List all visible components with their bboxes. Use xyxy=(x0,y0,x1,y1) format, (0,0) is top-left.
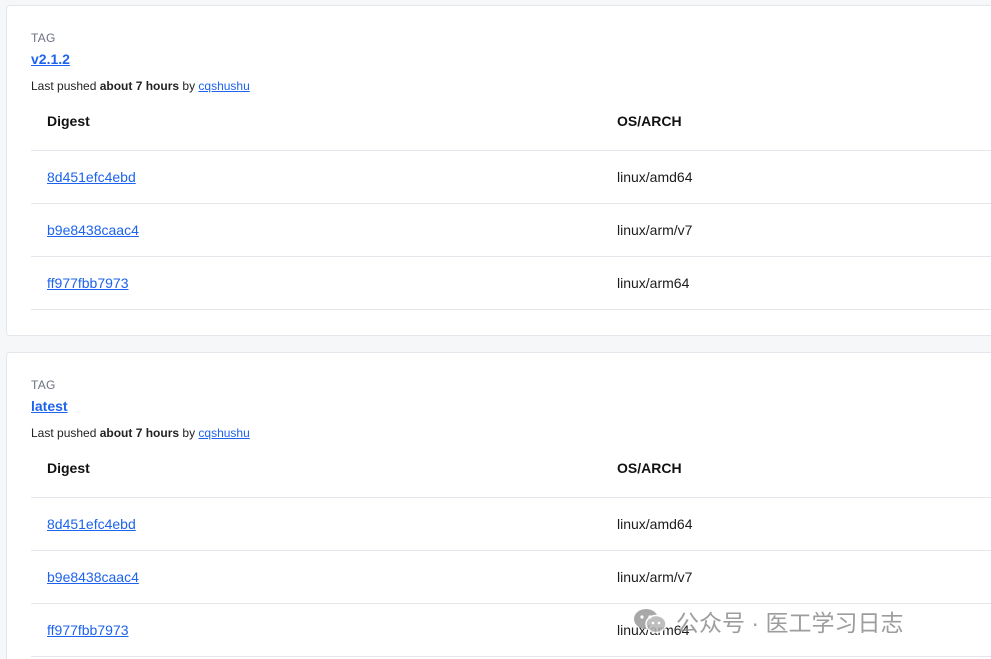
tag-label: TAG xyxy=(31,378,56,392)
tag-name-link[interactable]: latest xyxy=(31,398,68,414)
wechat-icon xyxy=(634,609,667,634)
digest-link[interactable]: 8d451efc4ebd xyxy=(47,169,136,185)
column-header-os-arch: OS/ARCH xyxy=(617,460,682,476)
pushed-time: about 7 hours xyxy=(99,426,180,440)
digest-link[interactable]: ff977fbb7973 xyxy=(47,275,129,291)
table-row: ff977fbb7973 linux/arm64 xyxy=(31,257,991,310)
pushed-prefix: Last pushed xyxy=(31,79,100,93)
tag-card-v2-1-2: TAG v2.1.2 Last pushed about 7 hours by … xyxy=(6,5,991,336)
table-header-row: Digest OS/ARCH xyxy=(31,105,991,151)
pushed-by: by xyxy=(179,79,199,93)
digest-link[interactable]: ff977fbb7973 xyxy=(47,622,129,638)
os-arch-value: linux/amd64 xyxy=(617,169,693,185)
tag-label: TAG xyxy=(31,31,56,45)
pushed-by: by xyxy=(179,426,199,440)
os-arch-value: linux/arm/v7 xyxy=(617,222,693,238)
pushed-user-link[interactable]: cqshushu xyxy=(198,426,249,440)
digest-link[interactable]: b9e8438caac4 xyxy=(47,222,139,238)
column-header-digest: Digest xyxy=(47,113,90,129)
table-row: 8d451efc4ebd linux/amd64 xyxy=(31,498,991,551)
last-pushed-info: Last pushed about 7 hours by cqshushu xyxy=(31,426,250,440)
last-pushed-info: Last pushed about 7 hours by cqshushu xyxy=(31,79,250,93)
pushed-time: about 7 hours xyxy=(99,79,180,93)
digest-link[interactable]: 8d451efc4ebd xyxy=(47,516,136,532)
tags-page: TAG v2.1.2 Last pushed about 7 hours by … xyxy=(0,0,991,659)
digest-link[interactable]: b9e8438caac4 xyxy=(47,569,139,585)
os-arch-value: linux/arm/v7 xyxy=(617,569,693,585)
table-header-row: Digest OS/ARCH xyxy=(31,452,991,498)
column-header-os-arch: OS/ARCH xyxy=(617,113,682,129)
digest-table: Digest OS/ARCH 8d451efc4ebd linux/amd64 … xyxy=(31,105,991,310)
watermark: 公众号 · 医工学习日志 xyxy=(632,604,903,638)
watermark-text: 公众号 · 医工学习日志 xyxy=(676,610,904,636)
column-header-digest: Digest xyxy=(47,460,90,476)
pushed-prefix: Last pushed xyxy=(31,426,100,440)
table-row: 8d451efc4ebd linux/amd64 xyxy=(31,151,991,204)
os-arch-value: linux/amd64 xyxy=(617,516,693,532)
table-row: b9e8438caac4 linux/arm/v7 xyxy=(31,551,991,604)
tag-name-link[interactable]: v2.1.2 xyxy=(31,51,70,67)
table-row: b9e8438caac4 linux/arm/v7 xyxy=(31,204,991,257)
pushed-user-link[interactable]: cqshushu xyxy=(198,79,249,93)
os-arch-value: linux/arm64 xyxy=(617,275,690,291)
